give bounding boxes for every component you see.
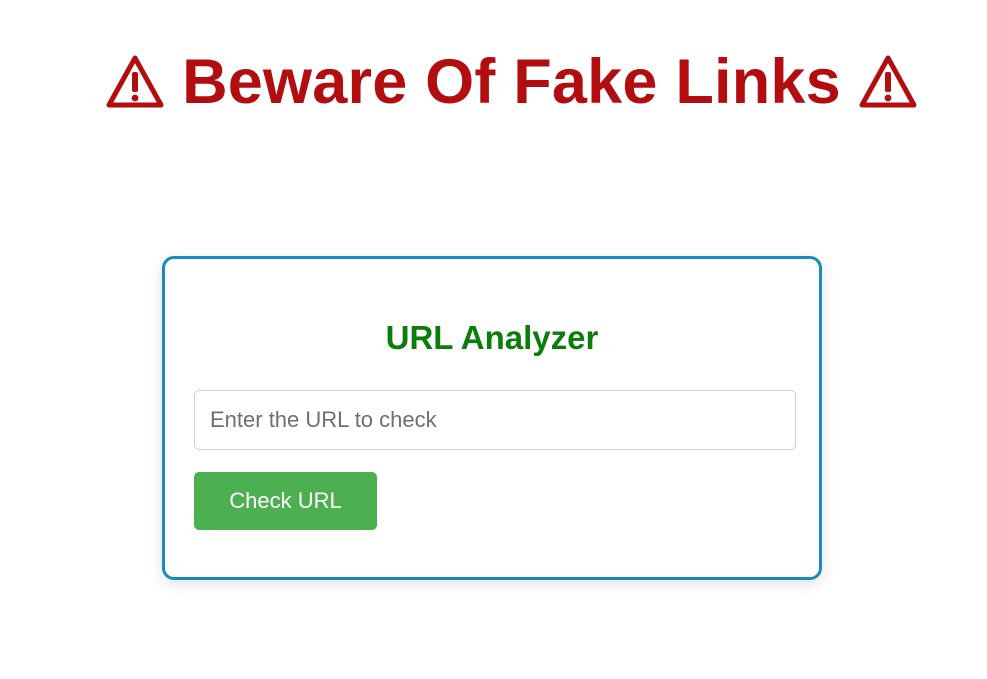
- check-url-button[interactable]: Check URL: [194, 472, 377, 530]
- page-title: Beware Of Fake Links: [182, 47, 841, 117]
- url-input[interactable]: [194, 390, 796, 450]
- card-title: URL Analyzer: [385, 319, 599, 356]
- page: Beware Of Fake Links URL Analyzer Check …: [0, 0, 987, 679]
- warning-icon: [106, 54, 164, 110]
- url-analyzer-card: URL Analyzer Check URL: [162, 256, 822, 580]
- warning-banner: Beware Of Fake Links: [0, 42, 987, 122]
- warning-icon: [859, 54, 917, 110]
